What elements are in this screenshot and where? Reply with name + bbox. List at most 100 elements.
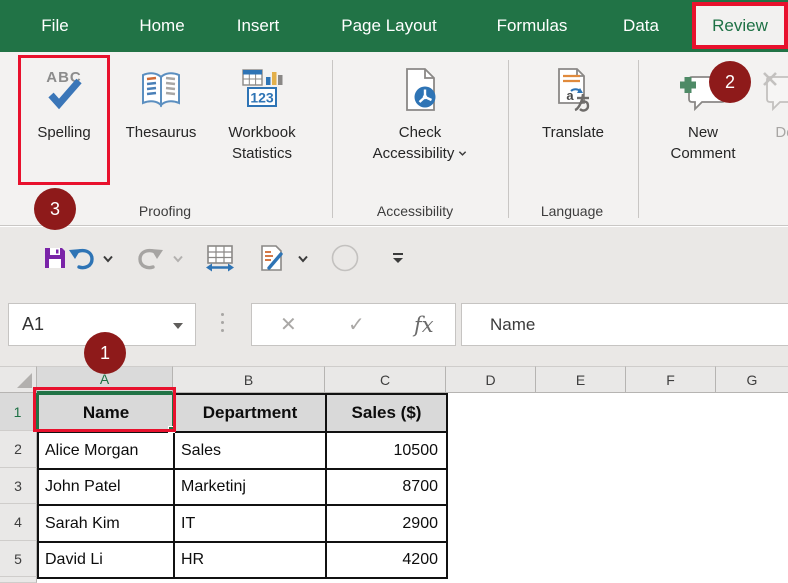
cell-c5[interactable]: 4200 [326, 542, 447, 578]
group-label-accessibility: Accessibility [377, 203, 453, 219]
translate-label: Translate [542, 122, 604, 143]
spelling-icon: ABC [43, 58, 85, 122]
formula-bar[interactable]: Name [461, 303, 788, 346]
cell-b5[interactable]: HR [174, 542, 326, 578]
spelling-button[interactable]: ABC Spelling [9, 58, 119, 143]
row-header-4[interactable]: 4 [0, 504, 37, 541]
svg-text:123: 123 [250, 90, 274, 106]
cell-a5[interactable]: David Li [38, 542, 174, 578]
thesaurus-icon [139, 58, 183, 122]
group-label-proofing: Proofing [139, 203, 191, 219]
annotation-badge-1: 1 [84, 332, 126, 374]
cell-a1[interactable]: Name [38, 394, 174, 432]
thesaurus-button[interactable]: Thesaurus [106, 58, 216, 143]
formula-bar-value: Name [490, 315, 535, 335]
column-header-b[interactable]: B [173, 366, 325, 393]
edit-document-chevron-icon[interactable] [298, 255, 309, 263]
tab-formulas[interactable]: Formulas [497, 0, 568, 52]
check-accessibility-icon [401, 58, 439, 122]
cell-b2[interactable]: Sales [174, 432, 326, 469]
name-box-value: A1 [22, 314, 44, 335]
ribbon-review-content: ABC Spelling [0, 52, 788, 226]
table-row: Alice Morgan Sales 10500 [38, 432, 447, 469]
row-header-5[interactable]: 5 [0, 541, 37, 577]
new-comment-label-line1: New [688, 122, 718, 143]
column-header-d[interactable]: D [446, 366, 536, 393]
row-header-3[interactable]: 3 [0, 468, 37, 504]
svg-text:a: a [566, 88, 574, 103]
annotation-badge-3: 3 [34, 188, 76, 230]
group-divider [508, 60, 509, 218]
column-header-g[interactable]: G [716, 366, 788, 393]
formula-bar-splitter[interactable] [221, 313, 224, 332]
row-header-6-partial[interactable] [0, 577, 37, 583]
redo-button[interactable] [136, 246, 164, 270]
undo-button[interactable] [68, 246, 96, 270]
formula-buttons: ✕ ✓ fx [251, 303, 456, 346]
cell-c4[interactable]: 2900 [326, 505, 447, 542]
tab-file[interactable]: File [41, 0, 68, 52]
workbook-statistics-label-line2: Statistics [232, 143, 292, 164]
select-all-button[interactable] [0, 366, 37, 393]
select-all-triangle-icon [17, 373, 32, 388]
edit-document-button[interactable] [259, 244, 285, 272]
tab-review[interactable]: Review [692, 2, 788, 49]
group-divider [638, 60, 639, 218]
spreadsheet-grid: A B C D E F G 1 2 3 4 5 Name Department … [0, 366, 788, 583]
fill-handle[interactable] [168, 426, 175, 433]
check-accessibility-label-line1: Check [399, 122, 442, 143]
table-row: Sarah Kim IT 2900 [38, 505, 447, 542]
table-header-row: Name Department Sales ($) [38, 394, 447, 432]
tab-review-label: Review [712, 16, 768, 36]
check-accessibility-label-line2: Accessibility [373, 143, 455, 164]
group-divider [332, 60, 333, 218]
name-box-dropdown-icon [173, 323, 183, 329]
cell-a2[interactable]: Alice Morgan [38, 432, 174, 469]
workbook-statistics-label-line1: Workbook [228, 122, 295, 143]
circle-indicator-icon [331, 244, 359, 272]
chevron-down-icon [458, 149, 467, 158]
group-label-language: Language [541, 203, 603, 219]
cell-c1[interactable]: Sales ($) [326, 394, 447, 432]
translate-icon: a [553, 58, 593, 122]
table-row: John Patel Marketinj 8700 [38, 469, 447, 505]
workbook-statistics-icon: 123 [241, 58, 283, 122]
tab-insert[interactable]: Insert [237, 0, 280, 52]
column-header-e[interactable]: E [536, 366, 626, 393]
workbook-statistics-button[interactable]: 123 Workbook Statistics [207, 58, 317, 164]
enter-icon[interactable]: ✓ [348, 312, 365, 337]
spelling-label: Spelling [37, 122, 90, 143]
delete-comment-label: De [775, 122, 788, 143]
check-accessibility-button[interactable]: Check Accessibility [365, 58, 475, 164]
cell-b3[interactable]: Marketinj [174, 469, 326, 505]
thesaurus-label: Thesaurus [126, 122, 197, 143]
cell-c2[interactable]: 10500 [326, 432, 447, 469]
customize-quick-access-button[interactable] [391, 252, 405, 264]
cell-c3[interactable]: 8700 [326, 469, 447, 505]
tab-page-layout[interactable]: Page Layout [341, 0, 436, 52]
excel-window: File Home Insert Page Layout Formulas Da… [0, 0, 788, 583]
column-header-f[interactable]: F [626, 366, 716, 393]
column-header-c[interactable]: C [325, 366, 446, 393]
data-table: Name Department Sales ($) Alice Morgan S… [37, 393, 448, 579]
redo-dropdown-chevron-icon[interactable] [173, 255, 184, 263]
annotation-badge-2: 2 [709, 61, 751, 103]
cell-a4[interactable]: Sarah Kim [38, 505, 174, 542]
cell-b4[interactable]: IT [174, 505, 326, 542]
row-header-1[interactable]: 1 [0, 393, 37, 431]
cell-b1[interactable]: Department [174, 394, 326, 432]
column-width-button[interactable] [205, 244, 235, 272]
table-row: David Li HR 4200 [38, 542, 447, 578]
tab-data[interactable]: Data [623, 0, 659, 52]
ribbon-tab-bar: File Home Insert Page Layout Formulas Da… [0, 0, 788, 52]
insert-function-icon[interactable]: fx [414, 313, 434, 337]
delete-comment-icon [762, 58, 788, 122]
new-comment-label-line2: Comment [670, 143, 735, 164]
cell-a3[interactable]: John Patel [38, 469, 174, 505]
tab-home[interactable]: Home [139, 0, 184, 52]
row-header-2[interactable]: 2 [0, 431, 37, 468]
undo-dropdown-chevron-icon[interactable] [103, 255, 114, 263]
translate-button[interactable]: a Translate [518, 58, 628, 143]
cancel-icon[interactable]: ✕ [280, 312, 297, 337]
save-button[interactable] [42, 245, 68, 271]
